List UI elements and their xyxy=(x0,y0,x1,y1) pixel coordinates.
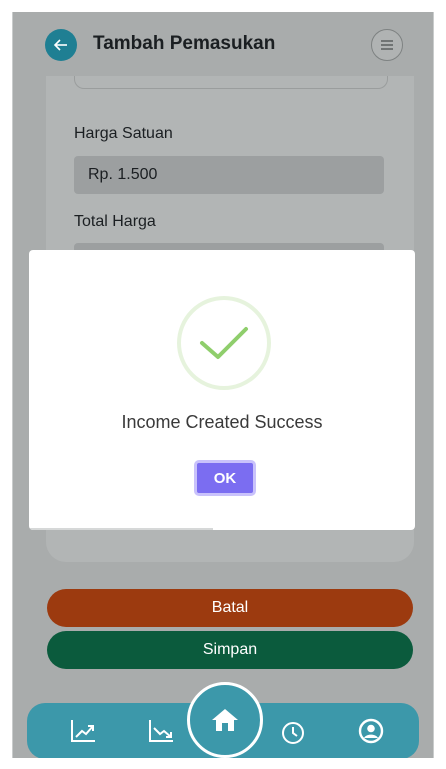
menu-button[interactable] xyxy=(371,29,403,61)
total-price-label: Total Harga xyxy=(74,213,156,230)
nav-history[interactable] xyxy=(277,717,309,749)
back-button[interactable] xyxy=(45,29,77,61)
nav-income[interactable] xyxy=(67,715,99,747)
dialog-timer-progress xyxy=(29,528,213,530)
history-clock-icon xyxy=(282,722,304,744)
success-icon-ring xyxy=(177,296,271,390)
ok-button[interactable]: OK xyxy=(194,460,256,496)
unit-price-input[interactable]: Rp. 1.500 xyxy=(74,156,384,194)
nav-expense[interactable] xyxy=(145,715,177,747)
nav-home-button[interactable] xyxy=(187,682,263,758)
save-button[interactable]: Simpan xyxy=(47,631,413,669)
trending-down-chart-icon xyxy=(149,720,173,742)
profile-icon xyxy=(358,718,384,744)
arrow-left-icon xyxy=(53,39,67,51)
cancel-button[interactable]: Batal xyxy=(47,589,413,627)
home-icon xyxy=(212,709,238,731)
success-dialog: Income Created Success OK xyxy=(29,250,415,530)
page-title: Tambah Pemasukan xyxy=(93,33,276,54)
app-screen: Harga Satuan Rp. 1.500 Total Harga Rp. 3… xyxy=(12,12,434,758)
nav-profile[interactable] xyxy=(355,715,387,747)
app-header: Tambah Pemasukan xyxy=(13,12,433,76)
trending-up-chart-icon xyxy=(71,720,95,742)
checkmark-icon xyxy=(200,327,248,359)
dialog-message: Income Created Success xyxy=(121,412,323,432)
hamburger-menu-icon xyxy=(381,40,393,50)
unit-price-label: Harga Satuan xyxy=(74,125,173,142)
